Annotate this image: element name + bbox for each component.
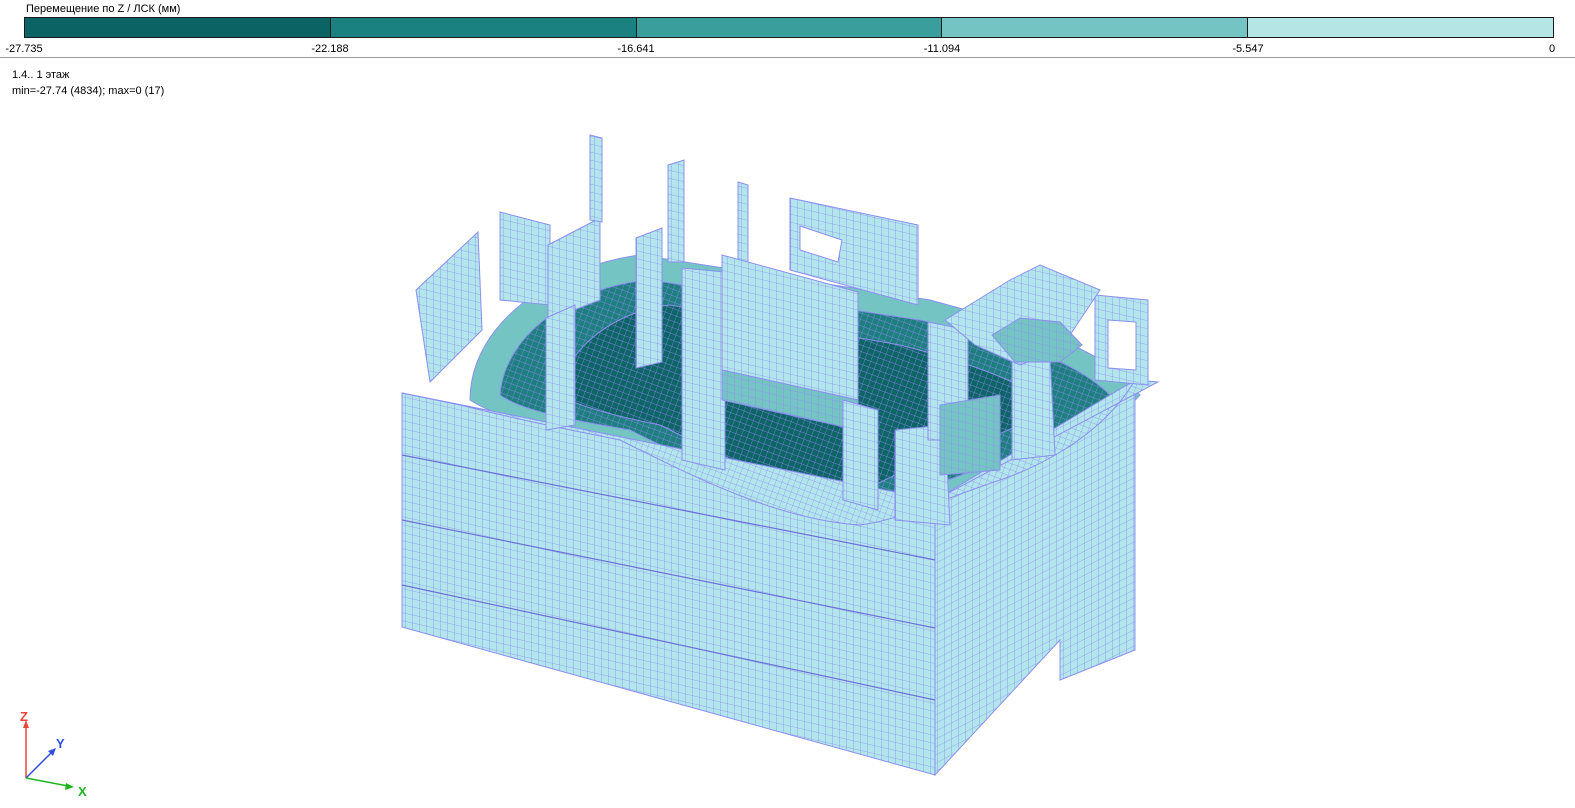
axis-triad: Z Y X [20,709,87,799]
wall-panel [1107,319,1137,371]
wall-panel-mesh [668,160,684,262]
wall-panel-mesh [738,182,748,270]
wall-panel-mesh [940,395,1000,475]
wall-panel-mesh [682,268,725,470]
wall-panel-mesh [546,305,575,430]
wall-panel-mesh [1012,355,1055,460]
y-axis-label: Y [56,736,65,751]
x-axis-line [25,777,69,787]
wall-panel-mesh [636,228,662,368]
y-axis-line [25,751,53,779]
wall-panel-mesh [843,400,878,510]
z-axis-label: Z [20,709,28,724]
wall-panel-mesh [590,135,602,222]
wall-panel-mesh [416,232,482,382]
wall-panel-mesh [500,212,550,305]
x-axis-arrow [65,783,74,790]
model-viewport[interactable]: Z Y X [0,0,1575,808]
x-axis-label: X [78,784,87,799]
